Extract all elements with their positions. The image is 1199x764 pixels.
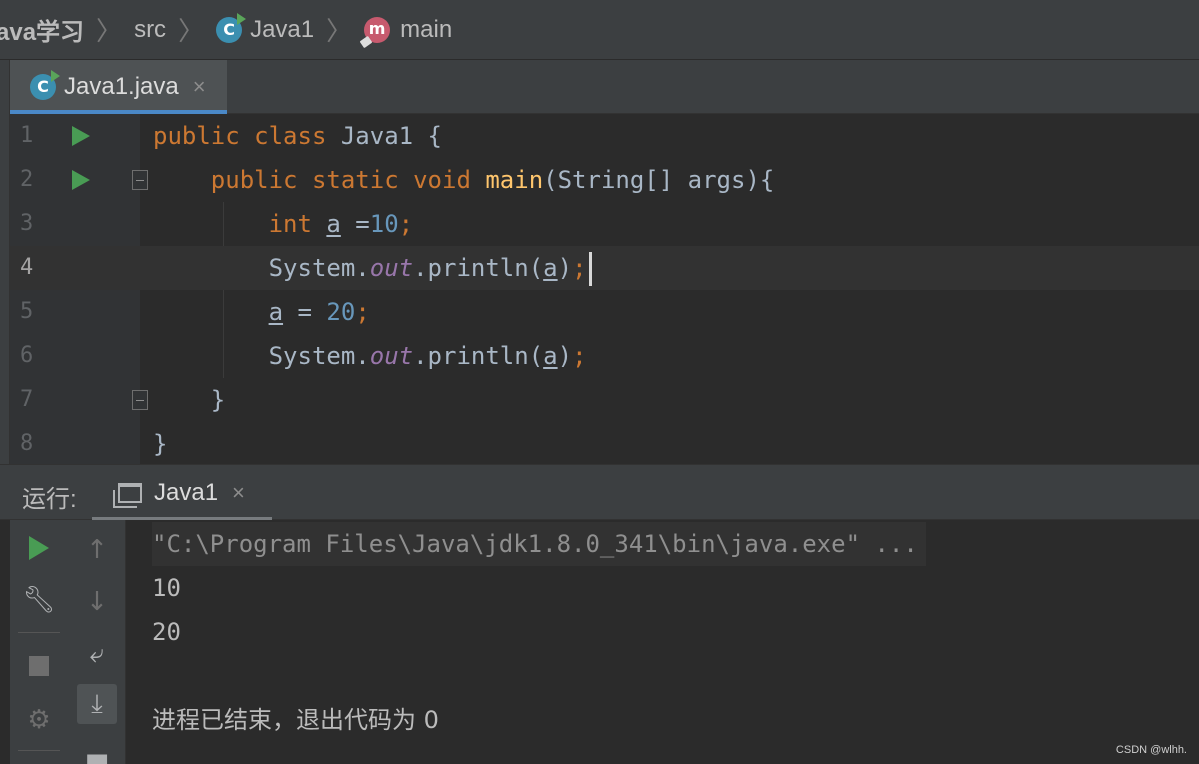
line-number: 2 [20,167,34,192]
run-gutter-icon[interactable] [72,170,90,190]
code-line[interactable]: 6 System.out.println(a); [10,334,1199,378]
close-icon[interactable]: × [193,74,206,100]
editor-tab-bar: C Java1.java × [10,60,1199,114]
code-line[interactable]: 2 public static void main(String[] args)… [10,158,1199,202]
method-icon: m [364,16,391,43]
arrow-up-icon: ↑ [86,535,108,565]
text-caret [588,252,592,286]
code-text: a = 20; [268,298,370,326]
console-output-line: 20 [152,618,181,646]
run-panel-header: 运行: Java1 × [0,464,1199,521]
breadcrumb-src[interactable]: src [134,0,166,59]
code-editor[interactable]: 1 public class Java1 { 2 public static voi… [10,114,1199,464]
code-text: } [153,430,168,458]
breadcrumb: ava学习 〉 src 〉 C Java1 〉 m main [0,0,1199,60]
soft-wrap-button[interactable]: ⤶ [77,634,117,674]
code-text: int a =10; [268,210,414,238]
run-tab-java1[interactable]: Java1 × [92,465,272,521]
breadcrumb-class[interactable]: C Java1 [216,0,314,59]
line-number: 8 [20,431,34,456]
run-gutter-icon[interactable] [72,126,90,146]
line-number: 3 [20,211,34,236]
line-number: 7 [20,387,34,412]
soft-wrap-icon: ⤶ [89,638,105,669]
toolbar-divider [18,632,60,633]
code-text: public static void main(String[] args){ [210,166,775,194]
code-line[interactable]: 7 } [10,378,1199,422]
class-icon: C [30,70,60,100]
watermark: CSDN @wlhh. [1115,744,1187,756]
left-tool-strip[interactable] [0,60,10,464]
print-icon: ▬ [84,743,110,764]
line-number: 6 [20,343,34,368]
scroll-to-end-icon: ⤓ [91,688,103,719]
console-output[interactable]: "C:\Program Files\Java\jdk1.8.0_341\bin\… [126,520,1199,764]
breadcrumb-project[interactable]: ava学习 [0,0,84,59]
stop-icon [29,656,49,676]
gear-bug-icon: ⚙ [27,705,51,735]
line-number: 4 [20,255,34,280]
code-line[interactable]: 8} [10,422,1199,466]
breadcrumb-method[interactable]: m main [364,0,452,59]
toolbar-divider [18,750,60,751]
console-command-line: "C:\Program Files\Java\jdk1.8.0_341\bin\… [152,522,926,566]
console-exit-message: 进程已结束，退出代码为 0 [152,706,439,734]
code-line[interactable]: 1 public class Java1 { [10,114,1199,158]
debug-settings-button[interactable]: ⚙ [19,700,59,740]
code-text: System.out.println(a); [153,246,592,290]
modify-config-button[interactable]: 🔧︎ [19,580,59,620]
breadcrumb-method-label: main [400,15,453,43]
line-number: 1 [20,123,34,148]
chevron-right-icon: 〉 [178,16,205,46]
tab-label: Java1.java [64,73,179,100]
run-label: 运行: [22,486,77,513]
code-text: } [153,386,226,414]
run-toolbar-secondary: ↑ ↓ ⤶ ⤓ ▬ [68,520,126,764]
scroll-up-button[interactable]: ↑ [77,530,117,570]
chevron-right-icon: 〉 [96,16,123,46]
code-line[interactable]: 5 a = 20; [10,290,1199,334]
run-tab-label: Java1 [154,479,219,506]
breadcrumb-class-label: Java1 [250,15,315,43]
tab-java1-java[interactable]: C Java1.java × [10,60,227,114]
fold-marker-icon[interactable] [132,390,148,410]
fold-marker-icon[interactable] [132,170,148,190]
chevron-right-icon: 〉 [326,16,353,46]
play-icon [29,536,49,560]
code-line[interactable]: 4 System.out.println(a); [10,246,1199,290]
stop-button[interactable] [19,646,59,686]
arrow-down-icon: ↓ [86,587,108,617]
rerun-button[interactable] [19,528,59,568]
code-line[interactable]: 3 int a =10; [10,202,1199,246]
scroll-to-end-button[interactable]: ⤓ [77,684,117,724]
code-text: public class Java1 { [153,122,443,150]
console-output-line: 10 [152,574,181,602]
close-icon[interactable]: × [232,480,245,506]
class-icon: C [216,12,247,43]
wrench-icon: 🔧︎ [22,585,56,615]
print-button[interactable]: ▬ [77,738,117,764]
code-text: System.out.println(a); [153,342,587,370]
line-number: 5 [20,299,34,324]
run-toolbar-primary: 🔧︎ ⚙ [10,520,68,764]
console-window-icon [113,483,142,508]
scroll-down-button[interactable]: ↓ [77,582,117,622]
